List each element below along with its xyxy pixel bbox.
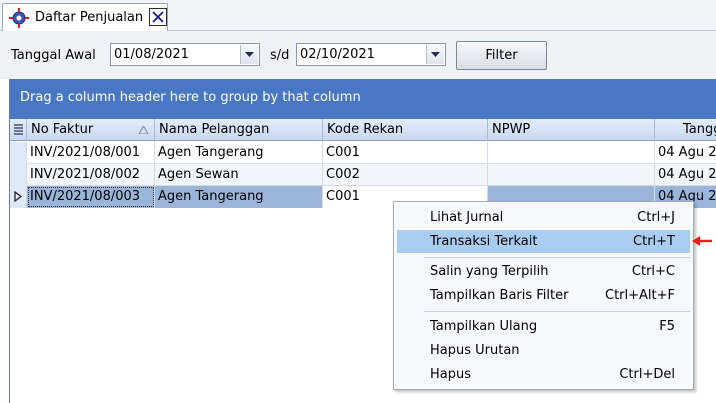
menu-item-label: Salin yang Terpilih	[430, 264, 549, 279]
row-indicator[interactable]	[10, 186, 27, 208]
close-icon	[152, 11, 164, 23]
column-header-nama-pelanggan[interactable]: Nama Pelanggan	[155, 119, 323, 141]
red-arrow-icon	[692, 236, 712, 246]
row-indicator[interactable]	[10, 142, 27, 164]
sort-ascending-icon	[139, 126, 148, 134]
menu-item-label: Lihat Jurnal	[430, 210, 504, 225]
cell-kode-rekan[interactable]: C001	[323, 142, 488, 164]
menu-item-shortcut: Ctrl+Del	[619, 367, 675, 382]
cell-tanggal[interactable]: 04 Agu 21	[655, 164, 716, 186]
cell-nama-pelanggan[interactable]: Agen Tangerang	[155, 186, 323, 208]
group-by-hint: Drag a column header here to group by th…	[20, 90, 361, 105]
table-row[interactable]: INV/2021/08/001 Agen Tangerang C001 04 A…	[10, 142, 716, 164]
menu-item-shortcut: Ctrl+C	[631, 264, 675, 279]
current-row-indicator-icon	[14, 191, 22, 202]
column-header-tanggal[interactable]: Tangg	[655, 119, 716, 141]
menu-item-salin-yang-terpilih[interactable]: Salin yang Terpilih Ctrl+C	[397, 260, 690, 283]
chevron-down-icon	[431, 52, 440, 57]
cell-kode-rekan[interactable]: C002	[323, 164, 488, 186]
cell-tanggal[interactable]: 04 Agu 21	[655, 142, 716, 164]
column-header-kode-rekan[interactable]: Kode Rekan	[323, 119, 488, 141]
column-header-label: No Faktur	[31, 122, 94, 137]
column-header-label: NPWP	[492, 122, 531, 137]
app-gear-icon	[9, 8, 29, 28]
start-date-picker[interactable]: 01/08/2021	[110, 43, 260, 66]
cell-npwp[interactable]	[488, 142, 655, 164]
menu-item-tampilkan-baris-filter[interactable]: Tampilkan Baris Filter Ctrl+Alt+F	[397, 284, 690, 307]
column-header-npwp[interactable]: NPWP	[488, 119, 655, 141]
menu-item-lihat-jurnal[interactable]: Lihat Jurnal Ctrl+J	[397, 206, 690, 229]
tab-daftar-penjualan[interactable]: Daftar Penjualan	[2, 3, 168, 31]
cell-nama-pelanggan[interactable]: Agen Sewan	[155, 164, 323, 186]
group-by-panel[interactable]: Drag a column header here to group by th…	[10, 79, 716, 119]
cell-no-faktur[interactable]: INV/2021/08/003	[27, 186, 155, 208]
start-date-dropdown-button[interactable]	[240, 45, 258, 64]
start-date-value: 01/08/2021	[114, 47, 189, 62]
date-range-separator: s/d	[270, 48, 290, 63]
menu-item-transaksi-terkait[interactable]: Transaksi Terkait Ctrl+T	[397, 230, 690, 253]
end-date-picker[interactable]: 02/10/2021	[296, 43, 446, 66]
column-header-label: Nama Pelanggan	[159, 122, 270, 137]
end-date-value: 02/10/2021	[300, 47, 375, 62]
cell-no-faktur[interactable]: INV/2021/08/001	[27, 142, 155, 164]
chevron-down-icon	[245, 52, 254, 57]
column-header-label: Kode Rekan	[327, 122, 404, 137]
table-row[interactable]: INV/2021/08/002 Agen Sewan C002 04 Agu 2…	[10, 164, 716, 186]
grid-header: No Faktur Nama Pelanggan Kode Rekan NPWP…	[10, 119, 716, 141]
row-indicator[interactable]	[10, 164, 27, 186]
tab-strip: Daftar Penjualan	[0, 0, 716, 31]
filter-button[interactable]: Filter	[456, 41, 547, 70]
menu-item-label: Tampilkan Baris Filter	[430, 288, 569, 303]
menu-item-shortcut: Ctrl+Alt+F	[605, 288, 675, 303]
menu-item-hapus-urutan[interactable]: Hapus Urutan	[397, 339, 690, 362]
cell-npwp[interactable]	[488, 164, 655, 186]
menu-item-hapus[interactable]: Hapus Ctrl+Del	[397, 363, 690, 386]
menu-item-label: Transaksi Terkait	[430, 234, 538, 249]
tab-title: Daftar Penjualan	[35, 10, 144, 25]
menu-separator	[424, 257, 690, 258]
column-header-no-faktur[interactable]: No Faktur	[27, 119, 155, 141]
filter-bar: Tanggal Awal 01/08/2021 s/d 02/10/2021 F…	[0, 31, 716, 79]
start-date-label: Tanggal Awal	[11, 48, 96, 63]
column-chooser-button[interactable]	[10, 119, 27, 141]
menu-separator	[424, 311, 690, 312]
menu-item-shortcut: Ctrl+J	[637, 210, 675, 225]
menu-item-label: Hapus	[430, 367, 472, 382]
menu-item-shortcut: Ctrl+T	[633, 234, 675, 249]
end-date-dropdown-button[interactable]	[426, 45, 444, 64]
cell-nama-pelanggan[interactable]: Agen Tangerang	[155, 142, 323, 164]
menu-item-label: Tampilkan Ulang	[430, 319, 538, 334]
menu-item-shortcut: F5	[659, 319, 675, 334]
cell-no-faktur[interactable]: INV/2021/08/002	[27, 164, 155, 186]
context-menu: Lihat Jurnal Ctrl+J Transaksi Terkait Ct…	[393, 201, 694, 390]
tab-close-button[interactable]	[149, 8, 167, 26]
column-header-label: Tangg	[683, 122, 716, 137]
menu-item-tampilkan-ulang[interactable]: Tampilkan Ulang F5	[397, 315, 690, 338]
column-chooser-icon	[14, 124, 23, 135]
menu-item-label: Hapus Urutan	[430, 343, 520, 358]
